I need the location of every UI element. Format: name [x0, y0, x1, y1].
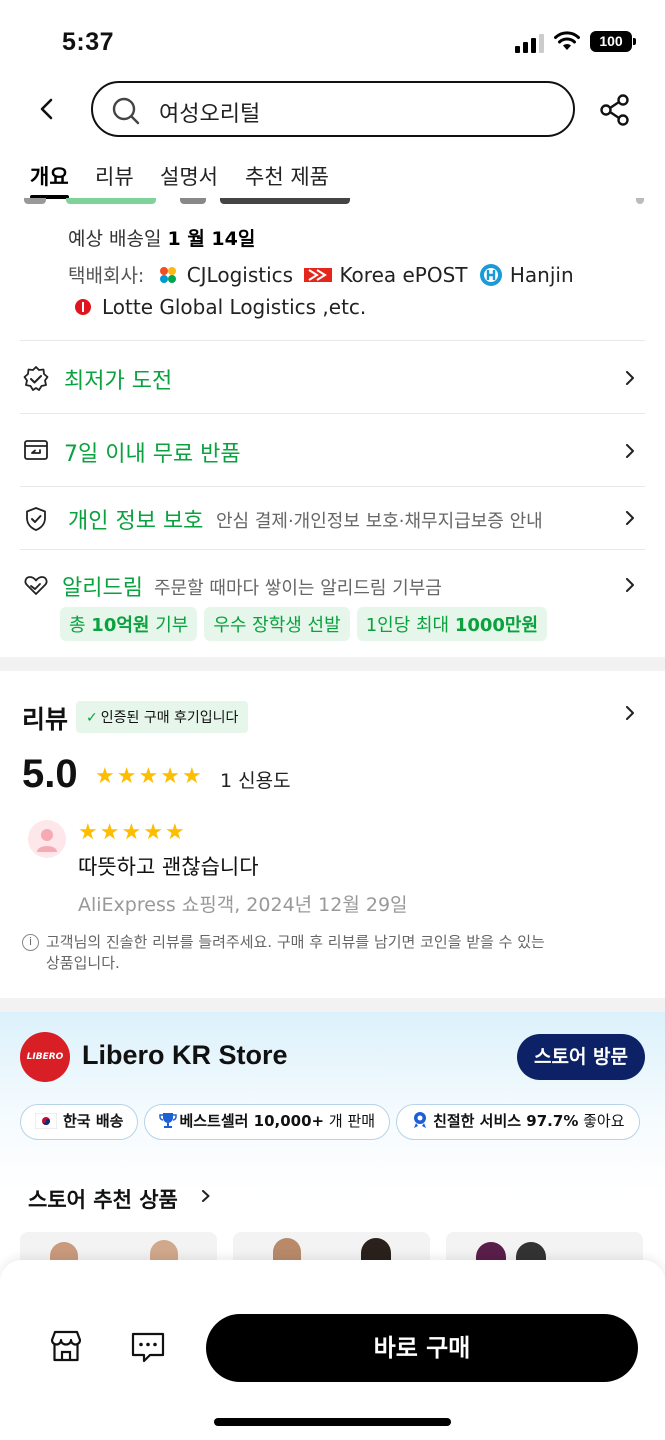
visit-store-button[interactable]: 스토어 방문	[517, 1034, 645, 1080]
carrier-list: 택배회사: CJLogistics Korea ePOST Hanjin Lot…	[68, 260, 648, 323]
store-name[interactable]: Libero KR Store	[82, 1040, 288, 1071]
carrier-lotte: Lotte Global Logistics ,etc.	[102, 295, 367, 319]
cj-logo-icon	[155, 262, 181, 288]
share-icon[interactable]	[598, 93, 632, 127]
lowest-price-label: 최저가 도전	[64, 369, 173, 394]
star-icon: ★	[121, 820, 142, 845]
status-time: 5:37	[62, 28, 115, 56]
service-badge-icon	[414, 1112, 427, 1128]
tab-recommended[interactable]: 추천 제품	[245, 161, 329, 191]
privacy-description: 안심 결제·개인정보 보호·채무지급보증 안내	[216, 511, 543, 532]
review-stars: ★ ★ ★ ★ ★	[78, 820, 185, 845]
bottom-action-bar: 바로 구매	[0, 1260, 665, 1440]
korea-post-logo-icon	[303, 262, 333, 288]
max-amount-pill: 1인당 최대 1000만원	[356, 607, 548, 641]
star-icon: ★	[181, 764, 202, 789]
buy-now-button[interactable]: 바로 구매	[206, 1314, 638, 1382]
review-count: 1 신용도	[220, 770, 291, 792]
info-icon: i	[22, 934, 39, 951]
hanjin-logo-icon	[478, 262, 504, 288]
star-icon: ★	[95, 764, 115, 789]
review-notice: i 고객님의 진솔한 리뷰를 들려주세요. 구매 후 리뷰를 남기면 코인을 받을…	[22, 932, 562, 974]
store-section: LIBERO Libero KR Store 스토어 방문 한국 배송 베스트셀러…	[0, 1012, 665, 1272]
tab-reviews[interactable]: 리뷰	[95, 161, 134, 191]
star-icon: ★	[116, 764, 137, 789]
estimated-delivery: 예상 배송일 1 월 14일	[68, 228, 256, 250]
chevron-right-icon[interactable]	[200, 1190, 212, 1202]
star-icon: ★	[99, 820, 120, 845]
bestseller-chip: 베스트셀러 10,000+ 개 판매	[144, 1104, 391, 1140]
clipped-content	[20, 198, 645, 214]
tab-description[interactable]: 설명서	[160, 161, 218, 191]
service-chip: 친절한 서비스 97.7% 좋아요	[396, 1104, 640, 1140]
chevron-right-icon	[626, 578, 634, 592]
average-stars: ★ ★ ★ ★ ★	[95, 764, 202, 789]
carriers-label: 택배회사:	[68, 265, 145, 287]
korea-flag-icon	[34, 1112, 58, 1130]
lowest-price-row[interactable]: 최저가 도전	[20, 340, 645, 413]
review-text: 따뜻하고 괜찮습니다	[78, 855, 259, 879]
alidream-label: 알리드림	[62, 576, 143, 601]
review-score: 5.0	[22, 752, 78, 796]
battery-icon: 100	[590, 31, 636, 52]
lotte-logo-icon	[70, 294, 96, 320]
alidream-description: 주문할 때마다 쌓이는 알리드림 기부금	[154, 578, 442, 599]
section-divider	[0, 657, 665, 671]
return-box-icon	[24, 440, 48, 460]
chevron-right-icon[interactable]	[623, 706, 637, 720]
star-icon: ★	[138, 764, 159, 789]
review-title: 리뷰	[22, 705, 69, 734]
carrier-cj: CJLogistics	[186, 263, 294, 287]
store-recommendations-title[interactable]: 스토어 추천 상품	[28, 1184, 178, 1214]
back-arrow-icon[interactable]	[34, 96, 60, 122]
star-icon: ★	[78, 820, 98, 845]
search-query: 여성오리털	[159, 102, 261, 127]
korea-shipping-chip: 한국 배송	[20, 1104, 139, 1140]
privacy-label: 개인 정보 보호	[68, 509, 204, 534]
star-icon: ★	[160, 764, 180, 789]
section-divider	[0, 998, 665, 1012]
alidream-pills: 총 10억원 기부 우수 장학생 선발 1인당 최대 1000만원	[60, 607, 554, 641]
store-icon[interactable]	[48, 1328, 84, 1364]
alidream-row[interactable]: 알리드림 주문할 때마다 쌓이는 알리드림 기부금 총 10억원 기부 우수 장학…	[20, 549, 645, 657]
chat-icon[interactable]	[130, 1330, 166, 1364]
shield-check-icon	[26, 507, 46, 531]
wifi-icon	[554, 31, 580, 50]
home-indicator	[214, 1418, 451, 1426]
star-icon: ★	[164, 820, 185, 845]
carrier-korea-post: Korea ePOST	[339, 263, 468, 287]
review-meta: AliExpress 쇼핑객, 2024년 12월 29일	[78, 894, 408, 916]
privacy-row[interactable]: 개인 정보 보호 안심 결제·개인정보 보호·채무지급보증 안내	[20, 486, 645, 549]
donation-pill: 총 10억원 기부	[60, 607, 198, 641]
badge-check-icon	[23, 366, 49, 391]
chevron-right-icon	[626, 371, 634, 385]
store-logo[interactable]: LIBERO	[20, 1032, 70, 1082]
status-bar: 5:37 100	[0, 0, 665, 80]
carrier-hanjin: Hanjin	[509, 263, 574, 287]
search-icon	[112, 97, 140, 125]
trophy-icon	[159, 1113, 178, 1128]
cellular-signal-icon	[515, 33, 545, 53]
avatar	[28, 820, 66, 858]
shipping-info: 예상 배송일 1 월 14일 택배회사: CJLogistics Korea e…	[68, 224, 648, 323]
free-returns-label: 7일 이내 무료 반품	[64, 442, 241, 467]
tab-bar: 개요 리뷰 설명서 추천 제품	[0, 158, 665, 199]
verified-badge: ✓ 인증된 구매 후기입니다	[76, 701, 249, 733]
scholarship-pill: 우수 장학생 선발	[204, 607, 350, 641]
tab-overview[interactable]: 개요	[30, 161, 69, 199]
star-icon: ★	[143, 820, 163, 845]
top-bar: 여성오리털	[0, 80, 665, 138]
chevron-right-icon	[626, 444, 634, 458]
store-badges: 한국 배송 베스트셀러 10,000+ 개 판매 친절한 서비스 97.7% 좋아요	[20, 1104, 665, 1144]
chevron-right-icon	[626, 511, 634, 525]
free-returns-row[interactable]: 7일 이내 무료 반품	[20, 413, 645, 486]
heart-hand-icon	[24, 576, 48, 595]
search-input[interactable]: 여성오리털	[91, 81, 575, 137]
